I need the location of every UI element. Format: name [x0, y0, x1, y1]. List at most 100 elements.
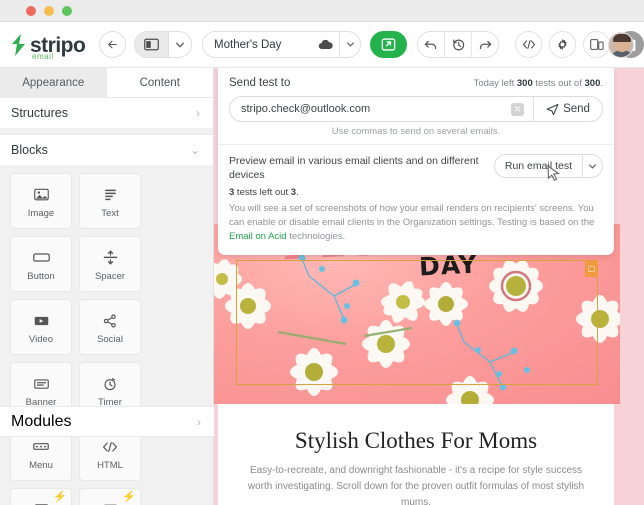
block-video[interactable]: Video [10, 299, 72, 355]
block-text[interactable]: Text [79, 173, 141, 229]
tab-content[interactable]: Content [106, 68, 213, 97]
block-image-label: Image [27, 207, 55, 219]
chevron-down-icon: ⌄ [189, 143, 200, 157]
tests-left-suffix: . [296, 187, 299, 199]
devices-preview-icon [589, 39, 604, 50]
structures-label: Structures [11, 106, 68, 120]
block-button-label: Button [27, 270, 55, 282]
main-toolbar: stripo email [0, 22, 644, 68]
redo-arrow-icon [479, 40, 492, 49]
stripo-editor-window: stripo email Mother's Day Appearance Con… [0, 0, 644, 505]
save-options-dropdown[interactable] [340, 42, 361, 47]
tab-appearance-label: Appearance [22, 76, 85, 89]
carousel-icon [34, 499, 49, 505]
button-icon [32, 247, 50, 269]
run-email-test-button[interactable]: Run email test [495, 155, 582, 177]
sidebar-section-modules[interactable]: Modules › [0, 406, 214, 437]
share-nodes-icon [103, 310, 117, 332]
close-window-button[interactable] [26, 6, 36, 16]
sidebar-section-structures[interactable]: Structures › [0, 97, 213, 128]
note-part-1: You will see a set of screenshots of how… [229, 203, 595, 229]
redo-button[interactable] [472, 32, 498, 57]
user-avatar[interactable] [608, 32, 634, 58]
spacer-icon [103, 247, 118, 269]
note-part-2: technologies. [286, 230, 346, 242]
save-to-cloud-button[interactable] [313, 39, 339, 50]
device-preview-button[interactable] [583, 31, 610, 58]
cloud-save-icon [319, 39, 334, 49]
arrow-left-icon [108, 40, 118, 49]
send-test-label: Send test to [229, 77, 291, 89]
block-image[interactable]: Image [10, 173, 72, 229]
code-view-button[interactable] [515, 31, 542, 58]
mouse-cursor [547, 165, 560, 182]
banner-icon [33, 373, 49, 395]
send-test-button[interactable]: Send [534, 97, 602, 121]
quota-prefix: Today left [473, 78, 517, 89]
tab-content-label: Content [139, 76, 180, 89]
quota-total-count: 300 [584, 78, 601, 89]
block-spacer-label: Spacer [94, 270, 126, 282]
quota-mid: tests out of [532, 78, 585, 89]
video-icon [34, 310, 49, 332]
selected-block-outline[interactable]: ▢ [236, 260, 598, 385]
block-carousel[interactable]: ⚡ Carousel [10, 488, 72, 505]
tab-appearance[interactable]: Appearance [0, 68, 107, 97]
block-menu-label: Menu [29, 459, 53, 471]
export-share-icon [382, 38, 396, 51]
block-handle-icon[interactable]: ▢ [585, 260, 598, 277]
history-button[interactable] [445, 32, 471, 57]
settings-button[interactable] [549, 31, 576, 58]
layout-panel-icon [144, 38, 160, 51]
block-social[interactable]: Social [79, 299, 141, 355]
view-mode-switcher[interactable] [134, 31, 193, 58]
test-email-input[interactable] [230, 103, 511, 115]
block-spacer[interactable]: Spacer [79, 236, 141, 292]
minimize-window-button[interactable] [44, 6, 54, 16]
sidebar-section-blocks[interactable]: Blocks ⌄ [0, 134, 213, 165]
template-name-control[interactable] [202, 31, 362, 58]
email-test-description: Preview email in various email clients a… [229, 155, 479, 182]
chevron-right-icon: › [196, 106, 200, 120]
email-test-note: You will see a set of screenshots of how… [229, 202, 601, 243]
menu-bar-icon [33, 436, 49, 458]
email-on-acid-link[interactable]: Email on Acid [229, 231, 287, 242]
back-button[interactable] [99, 31, 127, 58]
stripo-logo-mark [12, 33, 25, 56]
sidebar-tabs: Appearance Content [0, 68, 213, 97]
undo-button[interactable] [418, 32, 444, 57]
modules-label: Modules [11, 412, 72, 430]
stripo-logo-subtext: email [32, 51, 54, 61]
email-canvas: Mother's DAY [214, 68, 644, 505]
run-email-test-dropdown[interactable] [583, 155, 602, 177]
undo-arrow-icon [425, 40, 437, 49]
stripo-logo[interactable]: stripo email [10, 33, 86, 61]
email-headline: Stylish Clothes For Moms [294, 428, 538, 453]
block-button[interactable]: Button [10, 236, 72, 292]
block-html-label: HTML [97, 459, 123, 471]
send-test-header: Send test to Today left 300 tests out of… [229, 77, 603, 89]
quota-suffix: . [600, 78, 603, 89]
code-brackets-icon [522, 40, 535, 49]
chevron-right-icon: › [197, 414, 201, 429]
maximize-window-button[interactable] [62, 6, 72, 16]
export-button[interactable] [370, 31, 408, 58]
clear-x-icon[interactable]: ✕ [511, 102, 524, 116]
window-titlebar [0, 0, 644, 22]
view-mode-button[interactable] [135, 32, 169, 57]
view-mode-dropdown-button[interactable] [169, 32, 191, 57]
template-name-input[interactable] [203, 32, 314, 57]
block-accordion[interactable]: ⚡ Accordion [79, 488, 141, 505]
tests-left-text: 3 tests left out 3. [229, 187, 603, 198]
gear-icon [558, 38, 567, 51]
window-traffic-lights [26, 6, 72, 16]
email-body-text: Easy-to-recreate, and downright fashiona… [247, 465, 585, 505]
text-lines-icon [103, 184, 118, 206]
block-social-label: Social [97, 333, 123, 345]
run-email-test-label: Run email test [504, 160, 572, 172]
history-button-group [417, 31, 499, 58]
tests-left-middle: tests left out [234, 187, 291, 199]
test-email-row: ✕ Send [229, 96, 603, 122]
email-content-card: Stylish Clothes For Moms Easy-to-recreat… [218, 404, 614, 505]
send-button-label: Send [563, 103, 590, 115]
